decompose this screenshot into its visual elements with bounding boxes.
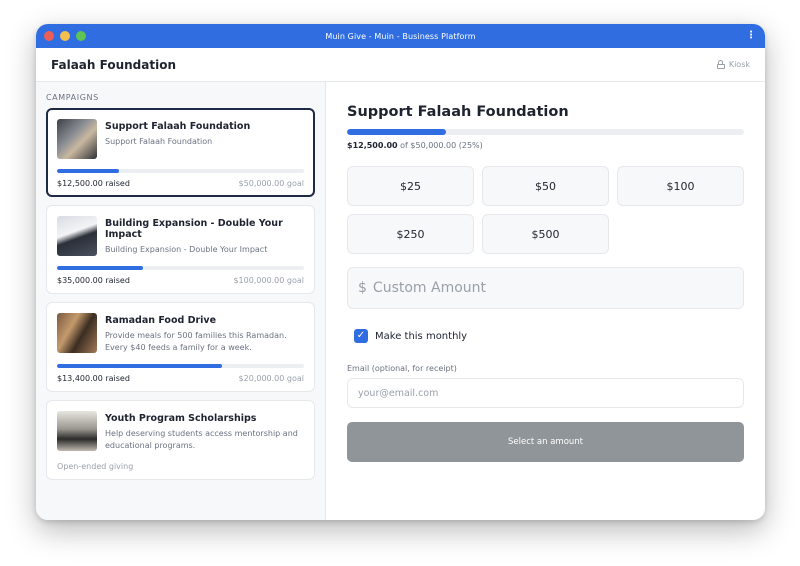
org-name: Falaah Foundation <box>51 57 176 72</box>
campaign-raised: $13,400.00 raised <box>57 374 130 383</box>
currency-symbol: $ <box>358 280 367 296</box>
app-window: Muin Give - Muin - Business Platform ⋮ F… <box>36 24 765 520</box>
kiosk-label: Kiosk <box>728 60 750 69</box>
campaign-card-ramadan-food-drive[interactable]: Ramadan Food Drive Provide meals for 500… <box>46 302 315 392</box>
amount-options: $25 $50 $100 $250 $500 <box>347 166 744 254</box>
campaign-raised: $12,500.00 raised <box>57 179 130 188</box>
custom-amount-placeholder: Custom Amount <box>372 280 487 296</box>
window-title: Muin Give - Muin - Business Platform <box>325 31 476 41</box>
campaign-title: Building Expansion - Double Your Impact <box>105 218 283 240</box>
campaign-description: Building Expansion - Double Your Impact <box>105 245 268 254</box>
kiosk-button[interactable]: Kiosk <box>716 60 750 69</box>
campaigns-sidebar: CAMPAIGNS Support Falaah Foundation Supp… <box>36 82 326 520</box>
campaign-card-support-falaah[interactable]: Support Falaah Foundation Support Falaah… <box>46 108 315 197</box>
close-window-button[interactable] <box>44 31 54 41</box>
amount-button-50[interactable]: $50 <box>482 166 609 206</box>
campaigns-section-label: CAMPAIGNS <box>46 93 99 102</box>
campaign-title: Ramadan Food Drive <box>105 315 217 326</box>
campaign-thumbnail <box>57 119 97 159</box>
minimize-window-button[interactable] <box>60 31 70 41</box>
campaign-description: Help deserving students access mentorshi… <box>105 429 298 450</box>
window-controls <box>44 31 86 41</box>
title-bar: Muin Give - Muin - Business Platform ⋮ <box>36 24 765 48</box>
amount-button-500[interactable]: $500 <box>482 214 609 254</box>
email-field[interactable]: your@email.com <box>347 378 744 408</box>
amount-button-100[interactable]: $100 <box>617 166 744 206</box>
page-title: Support Falaah Foundation <box>347 104 569 120</box>
open-ended-label: Open-ended giving <box>57 462 134 471</box>
campaign-progress-bar <box>57 364 304 368</box>
email-placeholder: your@email.com <box>358 387 439 399</box>
campaign-progress-bar <box>347 129 744 135</box>
campaign-goal: $50,000.00 goal <box>238 179 304 188</box>
custom-amount-input[interactable]: $ Custom Amount <box>347 267 744 309</box>
app-header: Falaah Foundation Kiosk <box>36 48 765 82</box>
campaign-description: Provide meals for 500 families this Rama… <box>105 331 287 352</box>
more-menu-icon[interactable]: ⋮ <box>746 30 756 42</box>
monthly-checkbox[interactable]: ✓ <box>354 329 368 343</box>
email-label: Email (optional, for receipt) <box>347 364 457 373</box>
monthly-toggle[interactable]: ✓ Make this monthly <box>354 329 744 343</box>
lock-icon <box>716 60 725 69</box>
maximize-window-button[interactable] <box>76 31 86 41</box>
campaign-progress-bar <box>57 266 304 270</box>
campaign-card-building-expansion[interactable]: Building Expansion - Double Your Impact … <box>46 205 315 294</box>
campaign-thumbnail <box>57 313 97 353</box>
campaign-goal: $20,000.00 goal <box>238 374 304 383</box>
campaign-raised: $35,000.00 raised <box>57 276 130 285</box>
campaign-progress-bar <box>57 169 304 173</box>
campaign-thumbnail <box>57 216 97 256</box>
campaign-title: Youth Program Scholarships <box>105 413 257 424</box>
submit-donation-button[interactable]: Select an amount <box>347 422 744 462</box>
campaign-card-youth-scholarships[interactable]: Youth Program Scholarships Help deservin… <box>46 400 315 480</box>
amount-button-25[interactable]: $25 <box>347 166 474 206</box>
amount-button-250[interactable]: $250 <box>347 214 474 254</box>
content-area: CAMPAIGNS Support Falaah Foundation Supp… <box>36 82 765 520</box>
campaign-progress-text: $12,500.00 of $50,000.00 (25%) <box>347 141 744 150</box>
campaign-thumbnail <box>57 411 97 451</box>
raised-amount: $12,500.00 <box>347 141 398 150</box>
campaign-title: Support Falaah Foundation <box>105 121 251 132</box>
donation-panel: Support Falaah Foundation $12,500.00 of … <box>326 82 765 520</box>
campaign-goal: $100,000.00 goal <box>233 276 304 285</box>
goal-text: of $50,000.00 (25%) <box>397 141 483 150</box>
campaign-description: Support Falaah Foundation <box>105 137 213 146</box>
monthly-label: Make this monthly <box>375 330 468 342</box>
